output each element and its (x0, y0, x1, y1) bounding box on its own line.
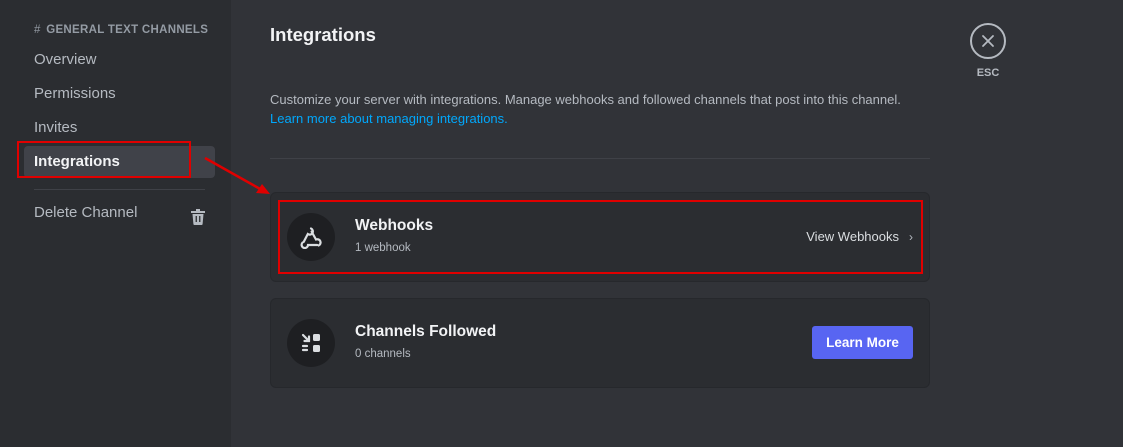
channels-followed-title: Channels Followed (355, 323, 497, 340)
close-button[interactable] (970, 23, 1006, 59)
page-title: Integrations (270, 24, 376, 45)
sidebar-item-label: Invites (34, 119, 78, 136)
delete-channel-label: Delete Channel (34, 204, 138, 221)
channels-followed-card: Channels Followed 0 channels Learn More (270, 298, 930, 388)
webhooks-count: 1 webhook (355, 242, 411, 254)
sidebar-item-invites[interactable]: Invites (24, 112, 215, 144)
close-icon (982, 35, 994, 47)
webhooks-card[interactable]: Webhooks 1 webhook View Webhooks › (270, 192, 930, 282)
learn-more-link[interactable]: Learn more about managing integrations. (270, 111, 508, 126)
settings-window: # GENERAL TEXT CHANNELS Overview Permiss… (0, 0, 1123, 447)
webhook-icon (287, 213, 335, 261)
description-text: Customize your server with integrations.… (270, 92, 901, 107)
sidebar-item-integrations[interactable]: Integrations (24, 146, 215, 178)
sidebar-header-label: GENERAL TEXT CHANNELS (46, 24, 209, 36)
sidebar-item-permissions[interactable]: Permissions (24, 78, 215, 110)
page-description: Customize your server with integrations.… (270, 90, 940, 128)
view-webhooks-label: View Webhooks (806, 229, 899, 244)
channels-followed-icon (287, 319, 335, 367)
sidebar-divider (34, 189, 205, 190)
sidebar-item-label: Overview (34, 51, 97, 68)
channel-hash-icon: # (34, 24, 41, 36)
trash-icon (191, 205, 205, 225)
sidebar: # GENERAL TEXT CHANNELS Overview Permiss… (0, 0, 231, 447)
content-divider (270, 158, 930, 159)
delete-channel-button[interactable]: Delete Channel (24, 197, 215, 229)
sidebar-header: # GENERAL TEXT CHANNELS (34, 24, 208, 36)
sidebar-item-label: Permissions (34, 85, 116, 102)
webhooks-title: Webhooks (355, 217, 434, 234)
sidebar-item-overview[interactable]: Overview (24, 44, 215, 76)
learn-more-button[interactable]: Learn More (812, 326, 913, 359)
channels-followed-count: 0 channels (355, 348, 411, 360)
view-webhooks-link[interactable]: View Webhooks › (806, 229, 913, 244)
sidebar-item-label: Integrations (34, 153, 120, 170)
esc-label: ESC (976, 67, 1000, 79)
chevron-right-icon: › (909, 230, 913, 244)
